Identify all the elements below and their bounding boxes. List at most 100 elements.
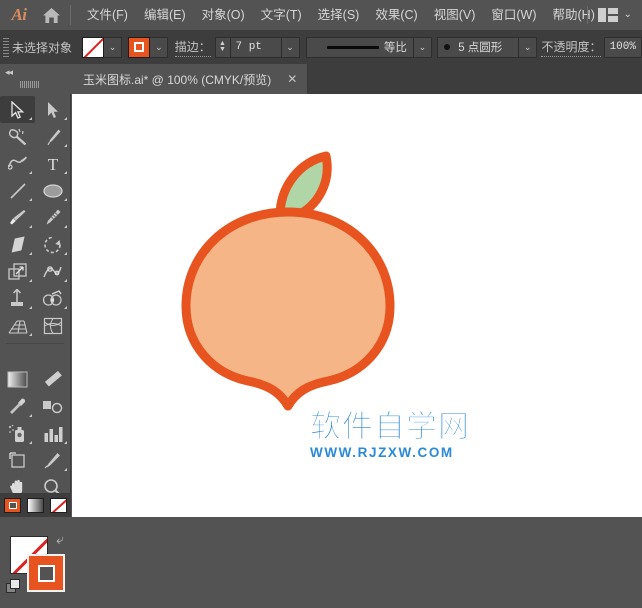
document-canvas[interactable]: 软件自学网 WWW.RJZXW.COM bbox=[72, 94, 642, 517]
stroke-weight-stepper[interactable]: ▲ ▼ bbox=[214, 36, 230, 58]
direct-selection-tool[interactable] bbox=[35, 96, 70, 123]
menubar-right-group: ⌄ bbox=[586, 0, 642, 30]
slice-tool[interactable] bbox=[35, 447, 70, 474]
flyout-indicator-icon bbox=[29, 279, 32, 282]
menu-item-window[interactable]: 窗口(W) bbox=[483, 0, 544, 30]
flyout-indicator-icon bbox=[64, 468, 67, 471]
ellipse-tool[interactable] bbox=[35, 177, 70, 204]
gradient-mode-button[interactable] bbox=[27, 497, 44, 513]
tools-divider bbox=[6, 343, 64, 344]
swap-fill-stroke-icon[interactable]: ⤶ bbox=[56, 532, 64, 546]
flyout-indicator-icon bbox=[29, 306, 32, 309]
menu-item-file[interactable]: 文件(F) bbox=[79, 0, 136, 30]
measure-tool[interactable] bbox=[35, 366, 70, 393]
blend-tool[interactable] bbox=[35, 393, 70, 420]
chevron-down-icon[interactable]: ⌄ bbox=[624, 10, 632, 20]
flyout-indicator-icon bbox=[29, 225, 32, 228]
stroke-profile-dropdown-button[interactable]: ⌄ bbox=[413, 36, 432, 58]
opacity-input[interactable]: 100% bbox=[603, 36, 642, 58]
collapse-panel-button[interactable]: ◂◂ bbox=[5, 67, 13, 78]
line-segment-tool[interactable] bbox=[0, 177, 35, 204]
stroke-profile-combo[interactable]: 等比 bbox=[305, 36, 414, 58]
menu-item-view[interactable]: 视图(V) bbox=[426, 0, 484, 30]
close-icon[interactable]: ✕ bbox=[283, 71, 301, 87]
stroke-swatch[interactable] bbox=[128, 36, 151, 58]
stroke-dropdown-button[interactable]: ⌄ bbox=[150, 36, 169, 58]
menu-item-effect[interactable]: 效果(C) bbox=[367, 0, 425, 30]
stroke-weight-group: ▲ ▼ 7 pt ⌄ bbox=[214, 36, 300, 58]
stroke-weight-input[interactable]: 7 pt bbox=[229, 36, 282, 58]
menu-item-object[interactable]: 对象(O) bbox=[194, 0, 253, 30]
pen-tool[interactable] bbox=[35, 123, 70, 150]
symbol-sprayer-tool[interactable] bbox=[0, 420, 35, 447]
workspace-divider bbox=[586, 6, 588, 24]
magic-wand-tool[interactable] bbox=[0, 123, 35, 150]
free-transform-tool[interactable] bbox=[0, 285, 35, 312]
gradient-tool[interactable] bbox=[0, 366, 35, 393]
flyout-indicator-icon bbox=[29, 441, 32, 444]
peach-illustration[interactable] bbox=[168, 124, 408, 419]
flyout-indicator-icon bbox=[29, 252, 32, 255]
none-mode-button[interactable] bbox=[50, 497, 67, 513]
menu-divider bbox=[70, 5, 71, 25]
fill-stroke-controls: ⤶ bbox=[0, 530, 70, 608]
menu-item-select[interactable]: 选择(S) bbox=[310, 0, 368, 30]
shape-builder-tool[interactable] bbox=[35, 285, 70, 312]
flyout-indicator-icon bbox=[64, 171, 67, 174]
eraser-tool[interactable] bbox=[0, 231, 35, 258]
selection-status-label: 未选择对象 bbox=[12, 40, 73, 55]
home-icon[interactable] bbox=[36, 0, 66, 30]
stroke-weight-label[interactable]: 描边： bbox=[174, 38, 211, 57]
menu-item-type[interactable]: 文字(T) bbox=[253, 0, 310, 30]
tools-grid: T bbox=[0, 94, 70, 528]
stroke-control-group: ⌄ bbox=[128, 36, 169, 58]
brush-dot-icon bbox=[444, 44, 451, 50]
stroke-weight-dropdown-button[interactable]: ⌄ bbox=[281, 36, 300, 58]
watermark: 软件自学网 WWW.RJZXW.COM bbox=[310, 409, 470, 460]
document-tab[interactable]: 玉米图标.ai* @ 100% (CMYK/预览) ✕ bbox=[71, 64, 309, 94]
flyout-indicator-icon bbox=[64, 117, 67, 120]
default-fill-stroke-icon[interactable] bbox=[6, 579, 21, 594]
flyout-indicator-icon bbox=[64, 225, 67, 228]
fill-control-group: ⌄ bbox=[82, 36, 123, 58]
color-mode-bar bbox=[0, 493, 71, 517]
perspective-grid-tool[interactable] bbox=[0, 312, 35, 339]
control-bar: 未选择对象 ⌄ ⌄ 描边： ▲ ▼ 7 pt ⌄ 等比 ⌄ 5 点圆形 ⌄ 不透… bbox=[0, 30, 642, 65]
mesh-tool[interactable] bbox=[35, 312, 70, 339]
document-tab-title: 玉米图标.ai* @ 100% (CMYK/预览) bbox=[83, 72, 272, 87]
width-tool[interactable] bbox=[35, 258, 70, 285]
tool-panel-grip[interactable] bbox=[20, 81, 39, 88]
type-tool[interactable]: T bbox=[35, 150, 70, 177]
profile-line-icon bbox=[326, 45, 379, 49]
eyedropper-tool[interactable] bbox=[0, 393, 35, 420]
paintbrush-tool[interactable] bbox=[0, 204, 35, 231]
workspace-switcher-icon[interactable] bbox=[597, 8, 618, 22]
color-mode-button[interactable] bbox=[4, 497, 21, 513]
artboard-tool[interactable] bbox=[0, 447, 35, 474]
flyout-indicator-icon bbox=[29, 414, 32, 417]
flyout-indicator-icon bbox=[64, 441, 67, 444]
selection-tool[interactable] bbox=[0, 96, 35, 123]
watermark-sub-text: WWW.RJZXW.COM bbox=[310, 445, 454, 460]
brush-definition-dropdown-button[interactable]: ⌄ bbox=[519, 36, 538, 58]
opacity-label[interactable]: 不透明度： bbox=[541, 38, 602, 57]
menu-item-edit[interactable]: 编辑(E) bbox=[136, 0, 194, 30]
svg-text:T: T bbox=[47, 155, 58, 173]
brush-definition-label: 5 点圆形 bbox=[458, 42, 503, 54]
fill-swatch[interactable] bbox=[82, 36, 105, 58]
control-bar-grip[interactable] bbox=[3, 36, 9, 58]
column-graph-tool[interactable] bbox=[35, 420, 70, 447]
stroke-swatch-large[interactable] bbox=[27, 554, 65, 592]
pencil-tool[interactable] bbox=[35, 204, 70, 231]
app-logo: Ai bbox=[11, 5, 27, 24]
rotate-tool[interactable] bbox=[35, 231, 70, 258]
brush-definition-combo[interactable]: 5 点圆形 bbox=[437, 36, 520, 58]
document-tab-bar: ◂◂ 玉米图标.ai* @ 100% (CMYK/预览) ✕ bbox=[0, 64, 642, 94]
scale-tool[interactable] bbox=[0, 258, 35, 285]
fill-dropdown-button[interactable]: ⌄ bbox=[104, 36, 123, 58]
flyout-indicator-icon bbox=[29, 198, 32, 201]
watermark-main-text: 软件自学网 bbox=[310, 409, 470, 445]
menu-items: 文件(F) 编辑(E) 对象(O) 文字(T) 选择(S) 效果(C) 视图(V… bbox=[79, 0, 603, 30]
flyout-indicator-icon bbox=[29, 117, 32, 120]
curvature-tool[interactable] bbox=[0, 150, 35, 177]
